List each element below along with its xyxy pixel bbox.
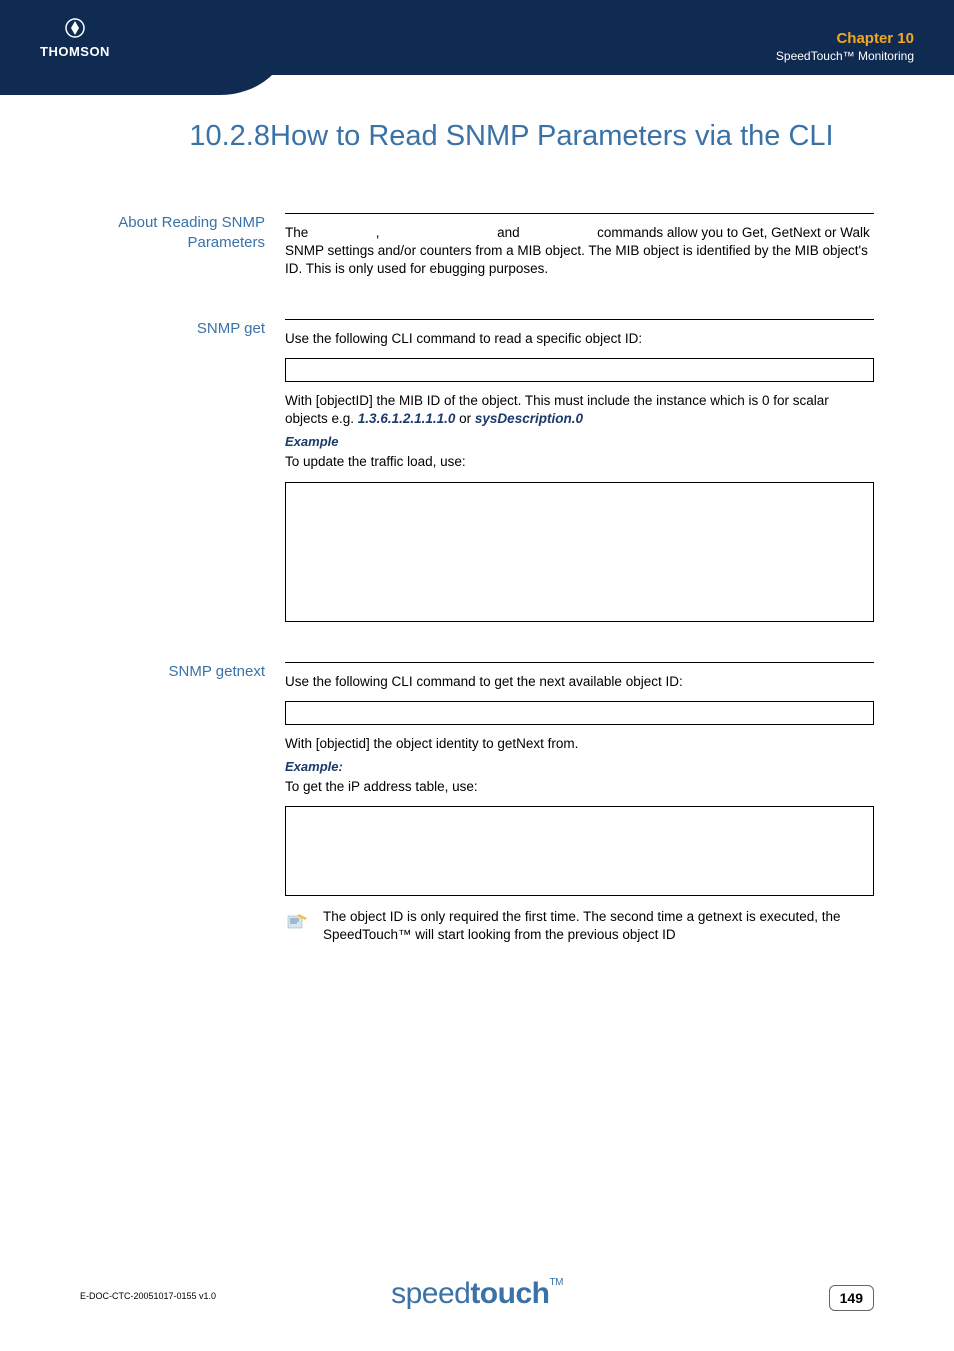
divider (285, 319, 874, 320)
oid-example: sysDescription.0 (475, 411, 583, 426)
text: , (376, 225, 384, 240)
brand-bold: touch (470, 1277, 549, 1310)
code-box (285, 358, 874, 382)
page-number: 149 (829, 1285, 874, 1311)
note-text: The object ID is only required the first… (323, 908, 874, 944)
getnext-example-text: To get the iP address table, use: (285, 778, 874, 796)
getnext-body: Use the following CLI command to get the… (285, 662, 874, 945)
text: or (455, 411, 475, 426)
get-body: Use the following CLI command to read a … (285, 319, 874, 622)
divider (285, 213, 874, 214)
note-icon (285, 910, 309, 934)
chapter-subtitle: SpeedTouch™ Monitoring (776, 49, 914, 63)
footer-doc-ref: E-DOC-CTC-20051017-0155 v1.0 (80, 1291, 216, 1301)
about-body: The , and commands allow you to Get, Get… (285, 213, 874, 279)
footer-brand: speedtouchTM (391, 1277, 563, 1311)
header-banner: THOMSON Chapter 10 SpeedTouch™ Monitorin… (0, 0, 954, 95)
getnext-label: SNMP getnext (80, 662, 265, 682)
section-heading-row: 10.2.8 How to Read SNMP Parameters via t… (80, 120, 874, 153)
about-block: About Reading SNMP Parameters The , and … (80, 213, 874, 279)
example-label: Example: (285, 759, 874, 774)
getnext-after: With [objectid] the object identity to g… (285, 735, 874, 753)
get-after: With [objectID] the MIB ID of the object… (285, 392, 874, 428)
snmp-get-block: SNMP get Use the following CLI command t… (80, 319, 874, 622)
brand-logo: THOMSON (40, 18, 110, 61)
get-example-text: To update the traffic load, use: (285, 453, 874, 471)
section-title: How to Read SNMP Parameters via the CLI (270, 120, 874, 153)
code-box (285, 701, 874, 725)
chapter-title: Chapter 10 (776, 30, 914, 47)
getnext-intro: Use the following CLI command to get the… (285, 673, 874, 691)
trademark: TM (549, 1277, 562, 1288)
page-content: 10.2.8 How to Read SNMP Parameters via t… (0, 120, 954, 985)
text: and (497, 225, 523, 240)
get-intro: Use the following CLI command to read a … (285, 330, 874, 348)
code-box (285, 806, 874, 896)
snmp-getnext-block: SNMP getnext Use the following CLI comma… (80, 662, 874, 945)
chapter-block: Chapter 10 SpeedTouch™ Monitoring (776, 30, 914, 63)
get-label: SNMP get (80, 319, 265, 339)
brand-light: speed (391, 1277, 470, 1310)
example-label: Example (285, 434, 874, 449)
text: The (285, 225, 312, 240)
about-label: About Reading SNMP Parameters (80, 213, 265, 252)
divider (285, 662, 874, 663)
code-box (285, 482, 874, 622)
about-paragraph: The , and commands allow you to Get, Get… (285, 224, 874, 279)
text: commands allow you to Get, GetNext or Wa… (285, 225, 870, 276)
logo-icon (40, 18, 110, 41)
logo-text: THOMSON (40, 44, 110, 59)
note-row: The object ID is only required the first… (285, 908, 874, 944)
section-number: 10.2.8 (75, 120, 270, 153)
oid-example: 1.3.6.1.2.1.1.1.0 (358, 411, 456, 426)
